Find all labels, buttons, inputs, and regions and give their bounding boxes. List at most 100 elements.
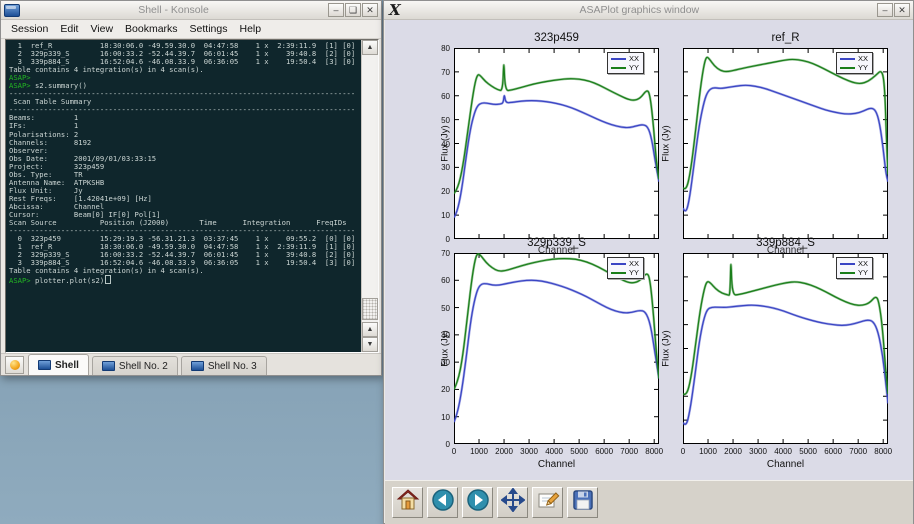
legend-label: YY [858, 268, 868, 277]
asaplot-window-buttons: –✕ [876, 3, 910, 17]
konsole-minimize-button[interactable]: – [328, 3, 344, 17]
x-axis-label: Channel [454, 459, 659, 470]
menu-bookmarks[interactable]: Bookmarks [119, 21, 184, 37]
y-axis-label: Flux (Jy) [440, 313, 451, 383]
konsole-menubar: SessionEditViewBookmarksSettingsHelp [1, 20, 381, 39]
legend-line-icon [840, 58, 855, 60]
toolbar-pan-button[interactable] [497, 487, 528, 518]
y-tick-label: 50 [428, 304, 450, 313]
new-session-button[interactable] [5, 356, 24, 374]
tab-shell-no-3[interactable]: Shell No. 3 [181, 356, 267, 375]
legend-entry-YY: YY [840, 268, 868, 277]
konsole-close-button[interactable]: ✕ [362, 3, 378, 17]
legend-box: XXYY [607, 257, 644, 279]
legend-line-icon [840, 263, 855, 265]
back-icon [431, 488, 455, 517]
legend-entry-YY: YY [611, 268, 639, 277]
konsole-app-icon [4, 4, 20, 17]
legend-label: YY [858, 63, 868, 72]
toolbar-save-button[interactable] [567, 487, 598, 518]
tab-label: Shell No. 3 [208, 361, 257, 372]
asaplot-close-button[interactable]: ✕ [894, 3, 910, 17]
y-axis-label: Flux (Jy) [661, 313, 672, 383]
legend-entry-XX: XX [840, 259, 868, 268]
plot-title: ref_R [683, 32, 888, 44]
y-tick-label: 20 [428, 187, 450, 196]
toolbar-home-button[interactable] [392, 487, 423, 518]
terminal-cursor [105, 275, 111, 284]
plot-title: 329p339_S [454, 237, 659, 249]
y-tick-label: 80 [428, 44, 450, 53]
x-tick-label: 8000 [868, 447, 898, 456]
tab-label: Shell [55, 360, 79, 371]
tab-shell-no-2[interactable]: Shell No. 2 [92, 356, 178, 375]
legend-entry-XX: XX [611, 54, 639, 63]
legend-label: XX [629, 54, 639, 63]
plot-title: 323p459 [454, 32, 659, 44]
tab-shell[interactable]: Shell [28, 354, 89, 375]
shell-tab-icon [102, 361, 115, 371]
axes-ref_R [683, 48, 888, 239]
terminal-scrollbar[interactable]: ▲ ▲ ▼ [361, 40, 378, 352]
scroll-track[interactable] [362, 55, 378, 322]
konsole-maximize-button[interactable]: ❑ [345, 3, 361, 17]
x-tick-label: 8000 [639, 447, 669, 456]
asaplot-window: X ASAPlot graphics window –✕ 323p459 0 10 2… [383, 0, 914, 524]
legend-entry-YY: YY [611, 63, 639, 72]
pan-icon [501, 488, 525, 517]
terminal-line: Table contains 4 integration(s) in 4 sca… [9, 267, 361, 275]
plot-canvas: 323p45901020304050607080Flux (Jy)XXYYref… [385, 20, 913, 480]
y-axis-label: Flux (Jy) [440, 108, 451, 178]
legend-entry-XX: XX [840, 54, 868, 63]
y-tick-label: 20 [428, 385, 450, 394]
edit-icon [536, 488, 560, 517]
legend-box: XXYY [836, 257, 873, 279]
legend-label: XX [629, 259, 639, 268]
x-axis-label: Channel [683, 459, 888, 470]
konsole-tabbar: Shell Shell No. 2 Shell No. 3 [1, 353, 381, 375]
toolbar-forward-button[interactable] [462, 487, 493, 518]
terminal-line: ASAP> plotter.plot(s2) [9, 275, 361, 285]
konsole-titlebar[interactable]: Shell - Konsole –❑✕ [1, 1, 381, 20]
menu-settings[interactable]: Settings [184, 21, 234, 37]
axes-339p884_S [683, 253, 888, 444]
konsole-window-buttons: –❑✕ [327, 3, 378, 17]
shell-tab-icon [38, 360, 51, 370]
y-tick-label: 10 [428, 413, 450, 422]
scroll-thumb[interactable] [362, 298, 378, 320]
legend-label: YY [629, 63, 639, 72]
menu-edit[interactable]: Edit [54, 21, 84, 37]
legend-label: XX [858, 259, 868, 268]
asaplot-titlebar[interactable]: X ASAPlot graphics window –✕ [384, 1, 913, 20]
scroll-up2-icon[interactable]: ▲ [362, 322, 378, 337]
legend-line-icon [840, 67, 855, 69]
tab-label: Shell No. 2 [119, 361, 168, 372]
konsole-window: Shell - Konsole –❑✕ SessionEditViewBookm… [0, 0, 382, 376]
shell-tab-icon [191, 361, 204, 371]
terminal-line: Table contains 4 integration(s) in 4 sca… [9, 66, 361, 74]
terminal-frame: 1 ref_R 18:30:06.0 -49.59.30.0 04:47:58 … [5, 39, 379, 353]
y-tick-label: 70 [428, 249, 450, 258]
legend-entry-YY: YY [840, 63, 868, 72]
scroll-down-icon[interactable]: ▼ [362, 337, 378, 352]
legend-line-icon [840, 272, 855, 274]
y-axis-label: Flux (Jy) [661, 108, 672, 178]
terminal-output[interactable]: 1 ref_R 18:30:06.0 -49.59.30.0 04:47:58 … [6, 40, 361, 352]
session-orb-icon [10, 360, 20, 370]
scroll-up-icon[interactable]: ▲ [362, 40, 378, 55]
forward-icon [466, 488, 490, 517]
menu-view[interactable]: View [84, 21, 119, 37]
menu-session[interactable]: Session [5, 21, 54, 37]
asaplot-title: ASAPlot graphics window [406, 4, 873, 16]
legend-box: XXYY [836, 52, 873, 74]
y-tick-label: 0 [428, 235, 450, 244]
asaplot-minimize-button[interactable]: – [877, 3, 893, 17]
legend-entry-XX: XX [611, 259, 639, 268]
save-icon [571, 488, 595, 517]
legend-box: XXYY [607, 52, 644, 74]
y-tick-label: 70 [428, 68, 450, 77]
legend-label: XX [858, 54, 868, 63]
toolbar-back-button[interactable] [427, 487, 458, 518]
toolbar-edit-button[interactable] [532, 487, 563, 518]
menu-help[interactable]: Help [234, 21, 268, 37]
